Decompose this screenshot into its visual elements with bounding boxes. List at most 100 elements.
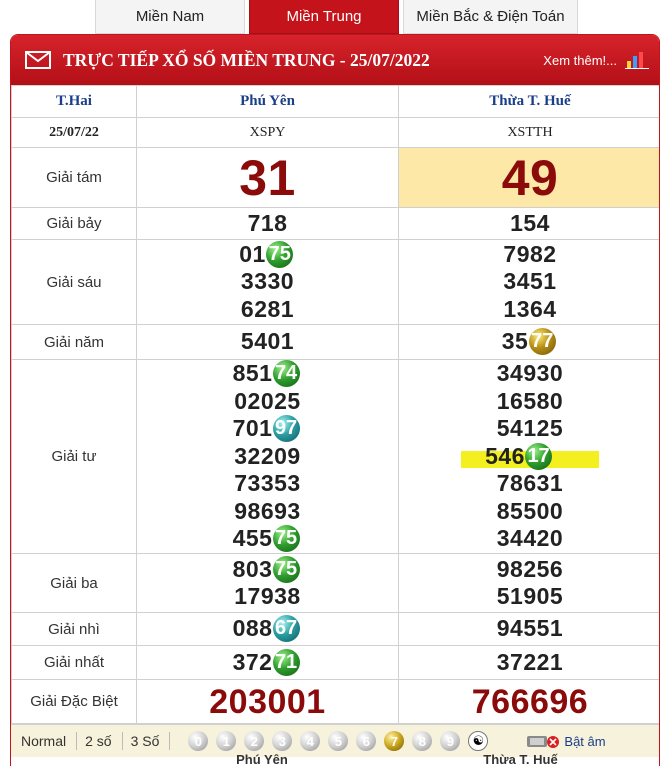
weekday-label: T.Hai [11,85,137,118]
code-row: 25/07/22 XSPY XSTTH [11,117,659,148]
prize-number: 54125 [496,415,564,442]
prize-number: 546 17 [485,442,555,471]
tab-mien-nam[interactable]: Miền Nam [95,0,245,34]
province-thua-thien-hue[interactable]: Thừa T. Huế [398,85,659,118]
match-ball: 97 [272,415,300,443]
digit-5-button[interactable]: 5 [328,731,349,751]
digit-2-button[interactable]: 2 [244,731,265,751]
prize-number: 3451 [503,268,557,295]
header-row: T.Hai Phú Yên Thừa T. Huế [11,85,659,118]
prize-number: 718 [247,209,288,236]
prize-number: 73353 [234,470,301,497]
results-banner: TRỰC TIẾP XỔ SỐ MIỀN TRUNG - 25/07/2022 … [11,35,659,85]
prize-label: Giải nhì [11,612,137,646]
digit-6-button[interactable]: 6 [356,731,377,751]
sound-toggle[interactable]: Bật âm [526,733,606,749]
prize-number: 94551 [496,615,564,642]
prize-number: 3330 [240,268,295,295]
prize-number: 7982 [503,240,557,267]
digit-4-button[interactable]: 4 [300,731,321,751]
prize-label: Giải bảy [11,207,137,240]
prize-number: 35 77 [502,328,559,356]
prize-number: 98693 [234,497,301,524]
prize-row-g5: Giải năm 5401 35 77 [11,324,659,360]
highlight-mark: 546 17 [461,442,599,470]
option-3-so[interactable]: 3 Số [131,733,160,749]
sound-label: Bật âm [564,733,606,749]
prize-number: 34930 [496,360,564,387]
prize-label: Giải sáu [11,239,137,325]
prize-number: 372 71 [233,648,303,677]
divider [76,732,78,750]
draw-date: 25/07/22 [11,117,137,148]
bottom-province-1: Phú Yên [236,752,288,766]
prize-row-g3: Giải ba 803 75 17938 98256 51905 [11,553,659,613]
match-ball: 71 [272,648,300,676]
bar-chart-icon[interactable] [625,51,649,69]
code-xspy: XSPY [136,117,399,148]
results-panel: TRỰC TIẾP XỔ SỐ MIỀN TRUNG - 25/07/2022 … [10,34,660,766]
divider [169,732,171,750]
prize-label: Giải năm [11,324,137,360]
match-ball: 74 [272,360,300,388]
prize-number: 02025 [234,387,301,414]
prize-number: 5401 [240,328,295,355]
prize-row-g2: Giải nhì 088 67 94551 [11,612,659,646]
digit-0-button[interactable]: 0 [188,731,209,751]
match-ball: 77 [528,328,556,356]
prize-number: 85500 [496,497,564,524]
match-ball: 75 [266,240,294,268]
match-ball: 17 [525,442,553,470]
see-more-link[interactable]: Xem thêm!... [543,53,617,68]
digit-8-button[interactable]: 8 [412,731,433,751]
tab-mien-trung[interactable]: Miền Trung [249,0,399,34]
match-ball: 75 [272,525,300,553]
prize-row-g6: Giải sáu 01 75 3330 6281 7982 3451 1364 [11,239,659,325]
prize-row-g8: Giải tám 31 49 [11,147,659,208]
digit-7-button[interactable]: 7 [384,731,405,751]
next-table-header: Phú Yên Thừa T. Huế [0,752,650,766]
prize-label: Giải tư [11,359,137,554]
mail-icon [25,51,51,69]
yin-yang-icon[interactable]: ☯ [468,731,489,751]
prize-row-special: Giải Đặc Biệt 203001 766696 [11,679,659,724]
prize-label: Giải nhất [11,645,137,680]
prize-number: 78631 [496,470,564,497]
special-prize-number: 203001 [209,682,326,721]
tab-mien-bac-dien-toan[interactable]: Miền Bắc & Điện Toán [403,0,578,34]
prize-label: Giải Đặc Biệt [11,679,137,724]
prize-row-g7: Giải bảy 718 154 [11,207,659,240]
province-phu-yen[interactable]: Phú Yên [136,85,399,118]
prize-number: 154 [510,209,550,236]
prize-number: 37221 [496,648,564,675]
digit-filter: 0 1 2 3 4 5 6 7 8 9 ☯ [188,731,489,751]
digit-9-button[interactable]: 9 [440,731,461,751]
prize-row-g4: Giải tư 851 74 02025 701 97 32209 73353 98… [11,359,659,554]
prize-number: 51905 [496,583,564,609]
prize-label: Giải ba [11,553,137,613]
code-xstth: XSTTH [398,117,659,148]
digit-1-button[interactable]: 1 [216,731,237,751]
prize-number: 455 75 [233,525,303,553]
region-tabs: Miền Nam Miền Trung Miền Bắc & Điện Toán [95,0,578,34]
bottom-province-2: Thừa T. Huế [483,752,558,766]
option-2-so[interactable]: 2 số [85,733,111,749]
divider [121,732,123,750]
digit-3-button[interactable]: 3 [272,731,293,751]
results-table: T.Hai Phú Yên Thừa T. Huế 25/07/22 XSPY … [11,85,659,724]
prize-number: 851 74 [233,360,303,388]
match-ball: 75 [272,555,300,583]
prize-number: 49 [501,149,559,206]
prize-number: 701 97 [233,415,303,443]
prize-number: 01 75 [239,240,296,269]
prize-number: 803 75 [233,555,303,584]
special-prize-number: 766696 [471,682,589,721]
option-normal[interactable]: Normal [21,733,66,749]
prize-number: 31 [239,149,296,206]
prize-number: 17938 [234,583,301,609]
prize-row-g1: Giải nhất 372 71 37221 [11,645,659,680]
prize-number: 6281 [240,295,295,322]
speaker-icon [527,736,560,748]
prize-number: 98256 [496,555,564,582]
banner-title: TRỰC TIẾP XỔ SỐ MIỀN TRUNG - 25/07/2022 [63,49,430,70]
